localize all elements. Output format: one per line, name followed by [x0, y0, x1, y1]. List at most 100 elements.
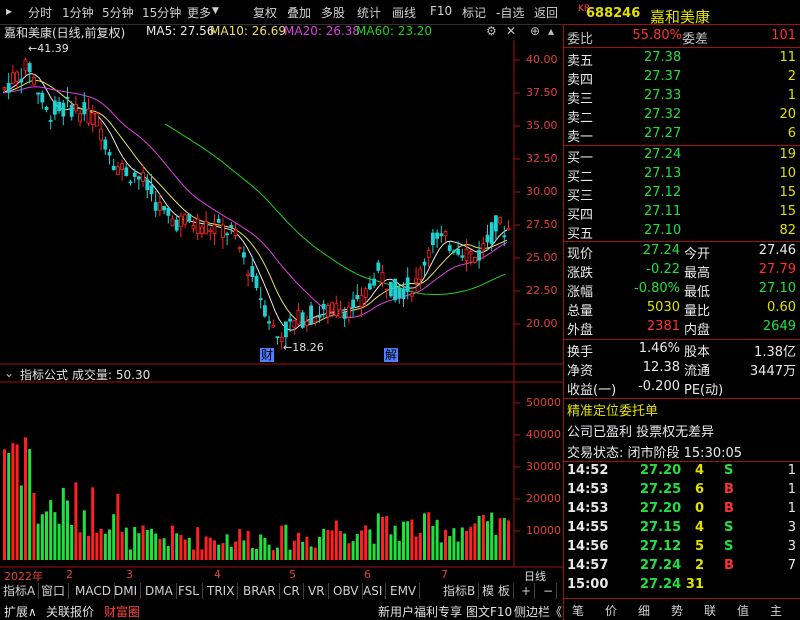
toolbar-item-f10[interactable]: F10 [430, 4, 452, 18]
candle-body [401, 288, 406, 300]
candle-body [208, 229, 213, 233]
stat-row[interactable]: 涨跌 -0.22 最高 27.79 [564, 262, 800, 281]
quote-tab-3[interactable]: 势 [671, 602, 683, 619]
tab-dmi[interactable]: DMI [111, 583, 142, 599]
chevron-down-icon[interactable]: ▼ [212, 6, 219, 16]
volume-bar [24, 437, 27, 560]
tab-trix[interactable]: TRIX [204, 583, 239, 599]
toolbar-item-fuquan[interactable]: 复权 [253, 4, 277, 21]
stat2-row[interactable]: 净资 12.38 流通 3447万 [564, 360, 800, 379]
tab-asi[interactable]: ASI [360, 583, 387, 599]
tab-add[interactable]: + [518, 583, 536, 599]
tab-emv[interactable]: EMV [387, 583, 421, 599]
quote-tab-5[interactable]: 值 [737, 602, 749, 619]
related-quote-button[interactable]: 关联报价 [46, 603, 94, 620]
tab-dma[interactable]: DMA [142, 583, 177, 599]
kline-chart[interactable] [0, 24, 563, 584]
quote-tab-4[interactable]: 联 [704, 602, 716, 619]
tab-macd[interactable]: MACD [72, 583, 115, 599]
stat2-row[interactable]: 换手 1.46% 股本 1.38亿 [564, 341, 800, 360]
bid-row[interactable]: 买三 27.12 15 [564, 185, 800, 204]
wealth-circle-button[interactable]: 财富圈 [104, 603, 140, 620]
candle-body [23, 59, 28, 72]
new-user-welfare-link[interactable]: 新用户福利专享 [378, 603, 462, 620]
ask-row[interactable]: 卖五 27.38 11 [564, 50, 800, 69]
toolbar-item-1min[interactable]: 1分钟 [62, 4, 94, 21]
weibi-label: 委比 [567, 32, 594, 47]
candle-body [65, 96, 70, 99]
tick-row[interactable]: 14:52 27.20 4 S 1 [564, 463, 800, 482]
candle-body [267, 321, 272, 324]
bid-row[interactable]: 买一 27.24 19 [564, 147, 800, 166]
stat-row[interactable]: 现价 27.24 今开 27.46 [564, 243, 800, 262]
tick-row[interactable]: 14:55 27.15 4 S 3 [564, 520, 800, 539]
candle-body [393, 278, 398, 301]
stat-row[interactable]: 涨幅 -0.80% 最低 27.10 [564, 281, 800, 300]
toolbar-item-zixuan[interactable]: -自选 [496, 4, 524, 21]
volume-bar [221, 543, 225, 560]
bid-row[interactable]: 买四 27.11 15 [564, 204, 800, 223]
indicator-formula-label[interactable]: 指标公式 [20, 366, 68, 383]
ask-row[interactable]: 卖二 27.32 20 [564, 107, 800, 126]
volume-bar [418, 532, 422, 560]
tick-side: B [724, 501, 734, 516]
tick-row[interactable]: 14:57 27.24 2 B 7 [564, 558, 800, 577]
indicator-toggle-icon[interactable]: ⌄ [4, 366, 14, 380]
precise-order-link[interactable]: 精准定位委托单 [567, 400, 658, 419]
stat-row[interactable]: 外盘 2381 内盘 2649 [564, 319, 800, 338]
quote-tab-6[interactable]: 主 [770, 602, 782, 619]
tab-obv[interactable]: OBV [330, 583, 363, 599]
quote-tab-2[interactable]: 细 [638, 602, 650, 619]
sidebar-button[interactable]: 侧边栏《 [514, 603, 562, 620]
tick-row[interactable]: 14:53 27.25 6 B 1 [564, 482, 800, 501]
expand-button[interactable]: 扩展∧ [4, 603, 37, 620]
toolbar-item-biaoji[interactable]: 标记 [462, 4, 486, 21]
tab-indicator-b[interactable]: 指标B [440, 583, 480, 599]
tick-price: 27.24 [640, 577, 682, 592]
bid-row[interactable]: 买五 27.10 82 [564, 223, 800, 242]
f10-button[interactable]: 图文F10 [466, 603, 512, 620]
toolbar-item-intraday[interactable]: 分时 [28, 4, 52, 21]
period-label[interactable]: 日线 [524, 568, 546, 584]
toolbar-item-fanhui[interactable]: 返回 [534, 4, 558, 21]
tick-row[interactable]: 14:56 27.12 5 S 3 [564, 539, 800, 558]
volume-bar [473, 523, 477, 560]
quote-tab-0[interactable]: 笔 [572, 602, 584, 619]
chevron-left-icon[interactable]: ▸ [6, 4, 12, 18]
tick-row[interactable]: 14:53 27.20 0 B 1 [564, 501, 800, 520]
toolbar-item-more[interactable]: 更多 [187, 4, 211, 21]
tick-row[interactable]: 15:00 27.24 31 [564, 577, 800, 596]
toolbar-item-huaxian[interactable]: 画线 [392, 4, 416, 21]
volume-bar [15, 444, 19, 560]
stat-value: -0.22 [646, 262, 680, 277]
tab-window[interactable]: 窗口 [38, 583, 70, 599]
stat-row[interactable]: 总量 5030 量比 0.60 [564, 300, 800, 319]
tab-remove[interactable]: − [540, 583, 558, 599]
ask-row[interactable]: 卖三 27.33 1 [564, 88, 800, 107]
volume-bar [78, 532, 82, 560]
toolbar-item-duogu[interactable]: 多股 [321, 4, 345, 21]
tab-brar[interactable]: BRAR [240, 583, 280, 599]
tab-vr[interactable]: VR [305, 583, 329, 599]
toolbar-item-diejia[interactable]: 叠加 [287, 4, 311, 21]
divider [564, 145, 800, 146]
tick-time: 14:55 [567, 520, 609, 535]
precise-order-row[interactable]: 精准定位委托单 [564, 400, 800, 419]
volume-bar [213, 540, 216, 560]
event-marker-jie[interactable]: 解 [384, 348, 399, 362]
toolbar-item-tongji[interactable]: 统计 [357, 4, 381, 21]
bid-row[interactable]: 买二 27.13 10 [564, 166, 800, 185]
ask-row[interactable]: 卖一 27.27 6 [564, 126, 800, 145]
price-tick-label: 37.50 [526, 86, 558, 99]
event-marker-cai[interactable]: 财 [260, 348, 275, 362]
toolbar-item-5min[interactable]: 5分钟 [102, 4, 134, 21]
volume-value-label: 成交量: 50.30 [72, 368, 151, 382]
ask-row[interactable]: 卖四 27.37 2 [564, 69, 800, 88]
tab-cr[interactable]: CR [280, 583, 304, 599]
tab-template[interactable]: 模 板 [479, 583, 514, 599]
tab-indicator-a[interactable]: 指标A [0, 583, 40, 599]
tab-fsl[interactable]: FSL [175, 583, 203, 599]
toolbar-item-15min[interactable]: 15分钟 [142, 4, 181, 21]
stat2-row[interactable]: 收益(一) -0.200 PE(动) [564, 379, 800, 398]
quote-tab-1[interactable]: 价 [605, 602, 617, 619]
